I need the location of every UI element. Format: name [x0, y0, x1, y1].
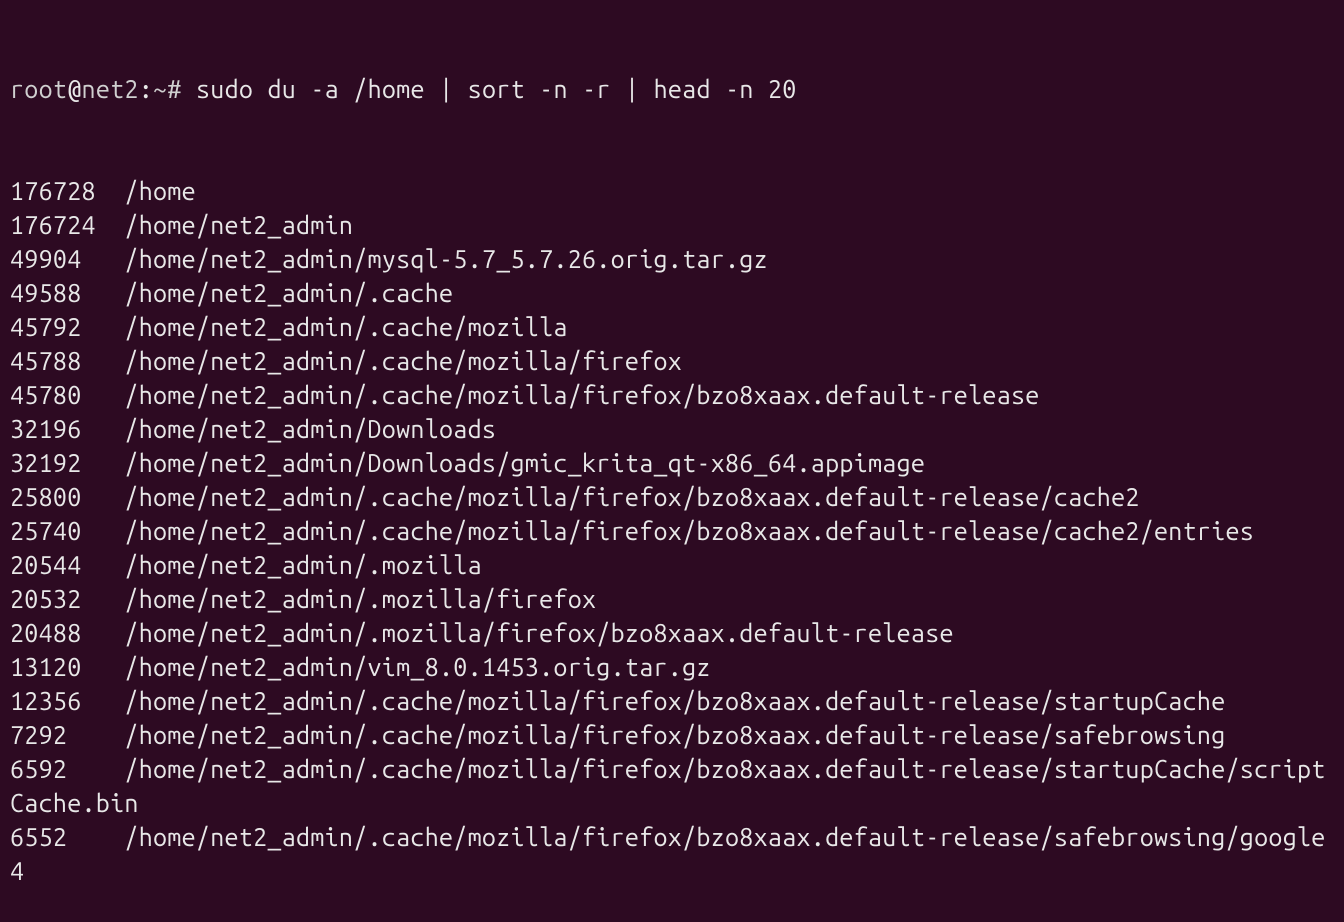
output-row: 176724 /home/net2_admin [10, 208, 1334, 242]
path-value: /home/net2_admin/.cache/mozilla/firefox [124, 347, 682, 375]
output-row: 25740 /home/net2_admin/.cache/mozilla/fi… [10, 514, 1334, 548]
path-value: /home/net2_admin/.cache/mozilla [124, 313, 567, 341]
size-value: 176724 [10, 211, 124, 239]
size-value: 6592 [10, 755, 124, 783]
path-value: /home/net2_admin/.cache [124, 279, 453, 307]
path-value: /home/net2_admin/Downloads/gmic_krita_qt… [124, 449, 925, 477]
output-row: 32192 /home/net2_admin/Downloads/gmic_kr… [10, 446, 1334, 480]
size-value: 20532 [10, 585, 124, 613]
prompt-at: @ [67, 75, 81, 103]
prompt-colon: : [139, 75, 153, 103]
size-value: 49904 [10, 245, 124, 273]
output-row: 20488 /home/net2_admin/.mozilla/firefox/… [10, 616, 1334, 650]
output-row: 49904 /home/net2_admin/mysql-5.7_5.7.26.… [10, 242, 1334, 276]
output-row: 49588 /home/net2_admin/.cache [10, 276, 1334, 310]
prompt-symbol: # [167, 75, 181, 103]
output-row: 32196 /home/net2_admin/Downloads [10, 412, 1334, 446]
prompt-path: ~ [153, 75, 167, 103]
output-row: 45780 /home/net2_admin/.cache/mozilla/fi… [10, 378, 1334, 412]
path-value: /home/net2_admin/.cache/mozilla/firefox/… [10, 823, 1326, 885]
size-value: 25740 [10, 517, 124, 545]
prompt-line: root@net2:~# sudo du -a /home | sort -n … [10, 72, 1334, 106]
path-value: /home/net2_admin/.cache/mozilla/firefox/… [124, 721, 1225, 749]
output-row: 12356 /home/net2_admin/.cache/mozilla/fi… [10, 684, 1334, 718]
path-value: /home/net2_admin/mysql-5.7_5.7.26.orig.t… [124, 245, 768, 273]
size-value: 32192 [10, 449, 124, 477]
size-value: 13120 [10, 653, 124, 681]
size-value: 45780 [10, 381, 124, 409]
prompt-user: root [10, 75, 67, 103]
command-text: sudo du -a /home | sort -n -r | head -n … [196, 75, 797, 103]
output-row: 45788 /home/net2_admin/.cache/mozilla/fi… [10, 344, 1334, 378]
path-value: /home/net2_admin/.mozilla/firefox [124, 585, 596, 613]
command-output: 176728 /home176724 /home/net2_admin49904… [10, 174, 1334, 888]
size-value: 32196 [10, 415, 124, 443]
output-row: 6592 /home/net2_admin/.cache/mozilla/fir… [10, 752, 1334, 820]
path-value: /home/net2_admin [124, 211, 353, 239]
output-row: 25800 /home/net2_admin/.cache/mozilla/fi… [10, 480, 1334, 514]
path-value: /home/net2_admin/.mozilla/firefox/bzo8xa… [124, 619, 953, 647]
size-value: 20544 [10, 551, 124, 579]
path-value: /home/net2_admin/.cache/mozilla/firefox/… [124, 483, 1139, 511]
size-value: 6552 [10, 823, 124, 851]
size-value: 176728 [10, 177, 124, 205]
output-row: 176728 /home [10, 174, 1334, 208]
output-row: 45792 /home/net2_admin/.cache/mozilla [10, 310, 1334, 344]
size-value: 45788 [10, 347, 124, 375]
size-value: 49588 [10, 279, 124, 307]
size-value: 20488 [10, 619, 124, 647]
output-row: 13120 /home/net2_admin/vim_8.0.1453.orig… [10, 650, 1334, 684]
path-value: /home/net2_admin/.cache/mozilla/firefox/… [124, 517, 1254, 545]
output-row: 20532 /home/net2_admin/.mozilla/firefox [10, 582, 1334, 616]
size-value: 7292 [10, 721, 124, 749]
path-value: /home/net2_admin/.cache/mozilla/firefox/… [124, 687, 1225, 715]
terminal-window[interactable]: root@net2:~# sudo du -a /home | sort -n … [10, 4, 1334, 922]
size-value: 25800 [10, 483, 124, 511]
output-row: 20544 /home/net2_admin/.mozilla [10, 548, 1334, 582]
prompt-spacer [182, 75, 196, 103]
path-value: /home/net2_admin/.mozilla [124, 551, 482, 579]
prompt-host: net2 [82, 75, 139, 103]
path-value: /home/net2_admin/.cache/mozilla/firefox/… [10, 755, 1326, 817]
output-row: 6552 /home/net2_admin/.cache/mozilla/fir… [10, 820, 1334, 888]
size-value: 45792 [10, 313, 124, 341]
path-value: /home/net2_admin/Downloads [124, 415, 496, 443]
output-row: 7292 /home/net2_admin/.cache/mozilla/fir… [10, 718, 1334, 752]
path-value: /home/net2_admin/vim_8.0.1453.orig.tar.g… [124, 653, 710, 681]
path-value: /home/net2_admin/.cache/mozilla/firefox/… [124, 381, 1039, 409]
size-value: 12356 [10, 687, 124, 715]
path-value: /home [124, 177, 196, 205]
